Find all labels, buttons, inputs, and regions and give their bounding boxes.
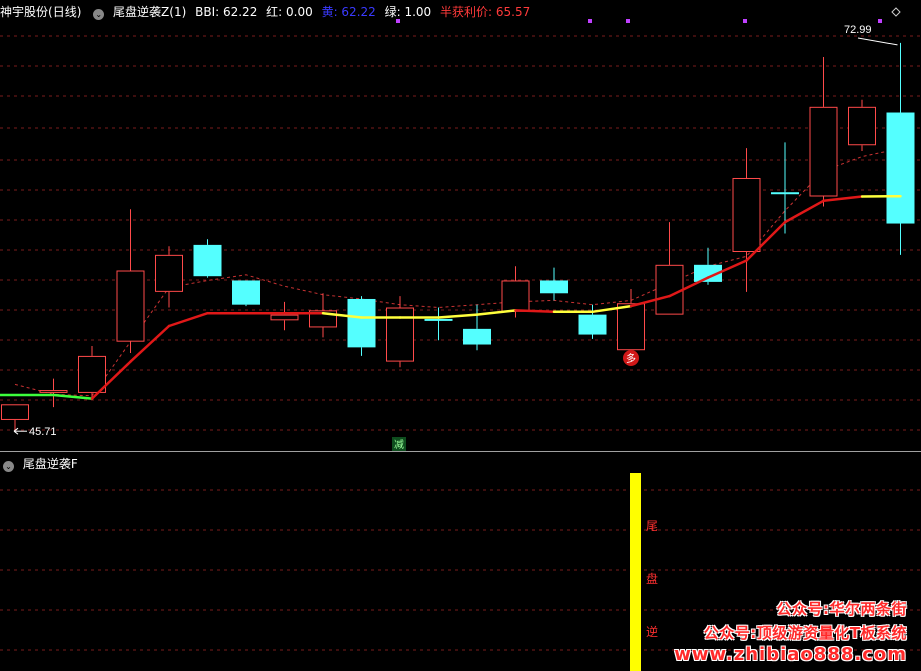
candle-10: [386, 296, 414, 368]
yellow-value: 黄: 62.22: [321, 5, 376, 19]
signal-char-1: 盘: [646, 571, 658, 586]
half-profit-value: 半获利价: 65.57: [440, 5, 531, 19]
red-value: 红: 0.00: [266, 5, 313, 19]
candle-16: [617, 289, 645, 355]
candle-body-22: [848, 106, 876, 146]
candle-body-16: [617, 303, 645, 351]
high-price-label: 72.99: [844, 24, 872, 36]
collapse-toggle-icon[interactable]: ⌄: [93, 9, 105, 20]
candle-body-21: [809, 106, 838, 197]
green-value: 绿: 1.00: [384, 5, 432, 19]
bbi-value: BBI: 62.22: [195, 5, 258, 19]
main-panel-header: 神宇股份(日线) ⌄ 尾盘逆袭Z(1) BBI: 62.22 红: 0.00 黄…: [0, 2, 535, 22]
sub-indicator-name: 尾盘逆袭F: [22, 457, 78, 471]
candle-body-11: [424, 318, 453, 321]
candle-7: [270, 301, 299, 331]
bbi-segment-12: [475, 309, 517, 316]
watermark-url: www.zhibiao888.com: [674, 644, 907, 665]
sub-panel: 尾盘逆: [630, 473, 658, 671]
period-label: (日线): [48, 5, 82, 19]
candle-body-1: [39, 390, 68, 393]
sub-collapse-toggle-icon[interactable]: ⌄: [3, 461, 14, 472]
signal-bar: [630, 473, 641, 671]
candle-body-0: [1, 404, 29, 420]
markers: 72.99 45.71 多减: [13, 7, 901, 451]
candle-body-15: [578, 314, 607, 335]
candle-body-6: [232, 280, 260, 305]
candle-body-7: [270, 314, 299, 321]
candle-body-23: [886, 112, 915, 224]
bbi-segment-13: [514, 309, 556, 314]
grid: [0, 35, 921, 651]
bbi-segment-4: [167, 311, 209, 328]
candle-body-9: [347, 298, 376, 348]
indicator-name: 尾盘逆袭Z(1): [113, 5, 187, 19]
candle-1: [39, 378, 68, 408]
chart-window: 72.99 45.71 多减 尾盘逆 神宇股份(日线) ⌄ 尾盘逆袭Z(1) BBI…: [0, 0, 921, 671]
candle-5: [193, 239, 222, 278]
signal-dot-2: [626, 19, 630, 23]
sub-panel-header: ⌄ 尾盘逆袭F: [0, 454, 83, 474]
signal-char-0: 尾: [646, 519, 658, 533]
price-chart[interactable]: 72.99 45.71 多减 尾盘逆: [0, 0, 921, 671]
panel-divider[interactable]: [0, 451, 921, 452]
candle-body-4: [155, 254, 183, 292]
candle-3: [116, 209, 145, 354]
candle-22: [848, 99, 876, 151]
candle-9: [347, 296, 376, 356]
candle-17: [655, 222, 684, 315]
candle-11: [424, 307, 453, 341]
candle-21: [809, 57, 838, 207]
signal-char-2: 逆: [646, 624, 658, 639]
candle-body-14: [540, 280, 568, 294]
half-profit-polyline: [14, 148, 901, 397]
candle-12: [463, 304, 491, 351]
candle-body-2: [78, 355, 106, 393]
half-profit-line: [14, 148, 901, 397]
candle-body-3: [116, 270, 145, 342]
candle-body-12: [463, 328, 491, 345]
candles: [1, 42, 915, 432]
candle-body-13: [501, 280, 530, 312]
signal-dot-4: [878, 19, 882, 23]
bbi-segment-20: [783, 199, 825, 224]
candle-body-10: [386, 307, 414, 362]
candle-6: [232, 280, 260, 307]
bbi-segment-21: [822, 195, 864, 203]
stock-name: 神宇股份: [0, 5, 49, 19]
candle-20: [771, 142, 799, 234]
candle-body-19: [732, 177, 761, 253]
candle-body-5: [193, 244, 222, 277]
reduce-signal-label: 减: [394, 439, 404, 451]
watermark-line-2: 公众号:顶级游资量化T板系统: [703, 624, 907, 642]
buy-signal-label: 多: [626, 352, 636, 365]
low-price-label: 45.71: [29, 426, 57, 438]
watermark-line-1: 公众号:华尔两条街: [776, 600, 907, 618]
candle-23: [886, 42, 915, 255]
candle-19: [732, 148, 761, 292]
candle-0: [1, 404, 29, 432]
diamond-icon: [891, 7, 901, 17]
candle-4: [155, 246, 183, 308]
candle-18: [694, 247, 722, 285]
high-price-pointer: [857, 37, 898, 46]
bbi-segment-11: [437, 313, 479, 319]
candle-body-20: [771, 192, 799, 195]
signal-dot-1: [588, 19, 592, 23]
candle-14: [540, 267, 568, 301]
candle-body-17: [655, 264, 684, 315]
signal-dot-3: [743, 19, 747, 23]
